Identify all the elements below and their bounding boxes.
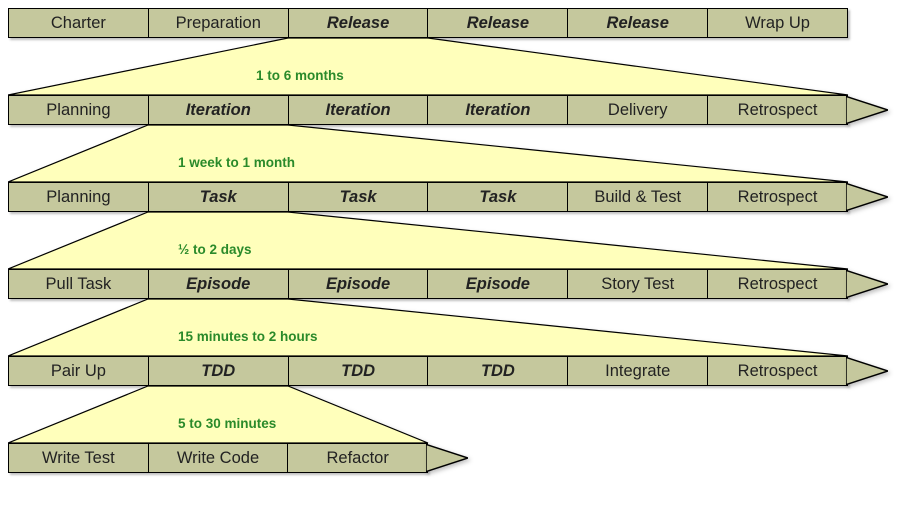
- row-3-cell-5: Retrospect: [708, 270, 848, 298]
- row-4: Pair UpTDDTDDTDDIntegrateRetrospect: [8, 356, 899, 386]
- row-0-cell-0: Charter: [9, 9, 149, 37]
- duration-0: 1 to 6 months: [256, 68, 344, 83]
- duration-2: ½ to 2 days: [178, 242, 252, 257]
- row-1-cell-3: Iteration: [428, 96, 568, 124]
- row-0-cell-3: Release: [428, 9, 568, 37]
- row-1-cell-4: Delivery: [568, 96, 708, 124]
- row-4-cell-3: TDD: [428, 357, 568, 385]
- row-5-arrow: [426, 436, 468, 480]
- row-0-cell-5: Wrap Up: [708, 9, 848, 37]
- row-3: Pull TaskEpisodeEpisodeEpisodeStory Test…: [8, 269, 899, 299]
- row-5: Write TestWrite CodeRefactor: [8, 443, 899, 473]
- row-5-boxes: Write TestWrite CodeRefactor: [8, 443, 428, 473]
- row-2: PlanningTaskTaskTaskBuild & TestRetrospe…: [8, 182, 899, 212]
- row-2-cell-0: Planning: [9, 183, 149, 211]
- gap-4: 5 to 30 minutes: [8, 386, 899, 443]
- row-3-cell-1: Episode: [149, 270, 289, 298]
- row-0-cell-2: Release: [289, 9, 429, 37]
- arrow-icon: [426, 436, 468, 480]
- row-2-cell-2: Task: [289, 183, 429, 211]
- row-2-cell-1: Task: [149, 183, 289, 211]
- duration-4: 5 to 30 minutes: [178, 416, 276, 431]
- row-2-cell-3: Task: [428, 183, 568, 211]
- row-0: CharterPreparationReleaseReleaseReleaseW…: [8, 8, 899, 38]
- gap-1: 1 week to 1 month: [8, 125, 899, 182]
- gap-3: 15 minutes to 2 hours: [8, 299, 899, 356]
- row-3-cell-3: Episode: [428, 270, 568, 298]
- row-3-cell-0: Pull Task: [9, 270, 149, 298]
- row-2-cell-4: Build & Test: [568, 183, 708, 211]
- row-4-cell-2: TDD: [289, 357, 429, 385]
- row-1: PlanningIterationIterationIterationDeliv…: [8, 95, 899, 125]
- row-1-cell-5: Retrospect: [708, 96, 848, 124]
- row-3-cell-2: Episode: [289, 270, 429, 298]
- gap-2: ½ to 2 days: [8, 212, 899, 269]
- row-4-cell-4: Integrate: [568, 357, 708, 385]
- row-3-boxes: Pull TaskEpisodeEpisodeEpisodeStory Test…: [8, 269, 848, 299]
- row-4-cell-0: Pair Up: [9, 357, 149, 385]
- row-2-boxes: PlanningTaskTaskTaskBuild & TestRetrospe…: [8, 182, 848, 212]
- row-3-cell-4: Story Test: [568, 270, 708, 298]
- duration-1: 1 week to 1 month: [178, 155, 295, 170]
- row-4-cell-1: TDD: [149, 357, 289, 385]
- row-0-cell-1: Preparation: [149, 9, 289, 37]
- duration-3: 15 minutes to 2 hours: [178, 329, 318, 344]
- agile-cycle-diagram: CharterPreparationReleaseReleaseReleaseW…: [8, 8, 899, 473]
- row-5-cell-1: Write Code: [149, 444, 289, 472]
- row-2-cell-5: Retrospect: [708, 183, 848, 211]
- row-4-cell-5: Retrospect: [708, 357, 848, 385]
- row-4-boxes: Pair UpTDDTDDTDDIntegrateRetrospect: [8, 356, 848, 386]
- row-5-cell-0: Write Test: [9, 444, 149, 472]
- row-1-boxes: PlanningIterationIterationIterationDeliv…: [8, 95, 848, 125]
- row-1-cell-2: Iteration: [289, 96, 429, 124]
- row-1-cell-1: Iteration: [149, 96, 289, 124]
- row-0-boxes: CharterPreparationReleaseReleaseReleaseW…: [8, 8, 848, 38]
- row-5-cell-2: Refactor: [288, 444, 428, 472]
- gap-0: 1 to 6 months: [8, 38, 899, 95]
- row-0-cell-4: Release: [568, 9, 708, 37]
- row-1-cell-0: Planning: [9, 96, 149, 124]
